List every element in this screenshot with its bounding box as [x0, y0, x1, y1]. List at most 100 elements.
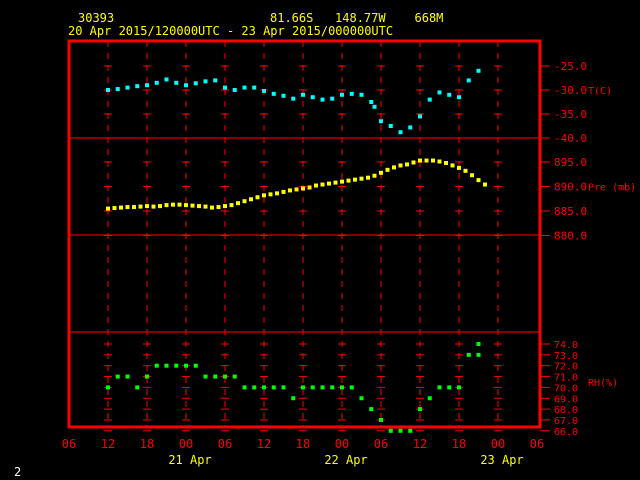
- temperature-point: [271, 91, 276, 96]
- pressure-point: [171, 202, 175, 207]
- pressure-point: [476, 178, 481, 183]
- temperature-point: [154, 80, 159, 85]
- rh-point: [476, 342, 481, 346]
- pressure-point: [398, 163, 403, 168]
- rh-point: [125, 374, 130, 379]
- pressure-point: [138, 204, 143, 209]
- temperature-point: [115, 87, 120, 92]
- temperature-point: [232, 88, 237, 92]
- rh-point: [447, 385, 452, 390]
- temperature-point: [242, 85, 247, 90]
- pressure-point: [177, 202, 182, 207]
- pressure-point: [132, 205, 136, 210]
- temperature-point: [340, 92, 344, 97]
- pressure-point: [262, 193, 266, 198]
- pressure-axis-label: Pre (mb): [588, 183, 636, 194]
- rh-point: [262, 385, 266, 390]
- pressure-point: [320, 182, 325, 187]
- rh-point: [340, 385, 344, 390]
- temperature-point: [418, 114, 422, 119]
- pressure-point: [307, 185, 312, 190]
- temperature-point: [427, 97, 432, 102]
- rh-point: [154, 363, 159, 368]
- pressure-point: [184, 203, 188, 208]
- pressure-point: [346, 178, 351, 183]
- pressure-point: [327, 181, 331, 186]
- x-tick-label: 18: [296, 437, 310, 451]
- pressure-point: [190, 203, 195, 208]
- temperature-point: [476, 68, 481, 73]
- temperature-point: [379, 119, 383, 124]
- x-tick-label: 00: [179, 437, 193, 451]
- rh-point: [437, 385, 442, 390]
- temperature-tick-label: -30.0: [554, 84, 587, 97]
- pressure-point: [158, 204, 162, 209]
- rh-tick-label: 69.0: [554, 394, 578, 405]
- rh-point: [408, 428, 413, 433]
- x-tick-label: 06: [374, 437, 388, 451]
- pressure-point: [411, 160, 416, 165]
- rh-point: [193, 363, 198, 368]
- pressure-point: [340, 179, 344, 184]
- pressure-point: [470, 173, 474, 178]
- pressure-point: [275, 191, 279, 196]
- pressure-point: [288, 188, 292, 193]
- temperature-point: [310, 95, 315, 100]
- temperature-tick-label: -25.0: [554, 60, 587, 73]
- rh-point: [310, 385, 315, 390]
- pressure-point: [216, 205, 221, 210]
- meteogram-chart: -25.0 -30.0 -35.0 -40.0 T(C) 895.0 890.0 885.0 8…: [62, 39, 636, 467]
- rh-point: [145, 374, 149, 379]
- temperature-point: [447, 92, 452, 97]
- pressure-point: [392, 165, 396, 170]
- rh-point: [427, 396, 432, 401]
- x-tick-label: 06: [62, 437, 76, 451]
- rh-point: [164, 363, 169, 368]
- pressure-point: [223, 204, 227, 209]
- temperature-point: [408, 125, 413, 130]
- temperature-point: [184, 83, 188, 88]
- pressure-point: [119, 205, 123, 210]
- pressure-point: [112, 206, 117, 211]
- rh-tick-label: 71.0: [554, 373, 578, 384]
- temperature-tick-label: -40.0: [554, 132, 587, 145]
- rh-point: [466, 352, 471, 357]
- date-label: 21 Apr: [168, 453, 211, 467]
- temperature-point: [213, 78, 218, 83]
- temperature-point: [203, 79, 208, 84]
- pressure-point: [301, 186, 305, 191]
- rh-point: [418, 407, 422, 412]
- pressure-point: [145, 204, 149, 209]
- rh-point: [242, 385, 247, 390]
- temperature-point: [223, 85, 227, 90]
- pressure-point: [366, 175, 370, 180]
- temperature-point: [135, 84, 140, 89]
- rh-point: [349, 385, 354, 390]
- pressure-point: [210, 205, 214, 210]
- rh-point: [223, 374, 227, 379]
- pressure-point: [314, 183, 318, 188]
- pressure-point: [353, 177, 357, 182]
- pressure-point: [463, 168, 468, 173]
- rh-point: [106, 385, 110, 390]
- chart-frame: [67, 39, 542, 429]
- temperature-point: [330, 96, 335, 101]
- rh-point: [330, 385, 335, 390]
- rh-point: [174, 363, 179, 368]
- pressure-point: [405, 162, 409, 167]
- temperature-point: [174, 80, 179, 85]
- temperature-point: [359, 92, 364, 97]
- temperature-axis-label: T(C): [588, 86, 612, 97]
- temperature-point: [291, 96, 296, 101]
- pressure-point: [229, 203, 234, 208]
- rh-point: [369, 407, 374, 412]
- pressure-point: [255, 195, 260, 200]
- temperature-point: [437, 90, 442, 95]
- rh-point: [301, 385, 305, 390]
- rh-point: [271, 385, 276, 390]
- rh-tick-label: 73.0: [554, 351, 578, 362]
- temperature-point: [262, 88, 266, 93]
- pressure-tick-label: 885.0: [554, 205, 587, 218]
- rh-point: [115, 374, 120, 379]
- rh-point: [359, 396, 364, 401]
